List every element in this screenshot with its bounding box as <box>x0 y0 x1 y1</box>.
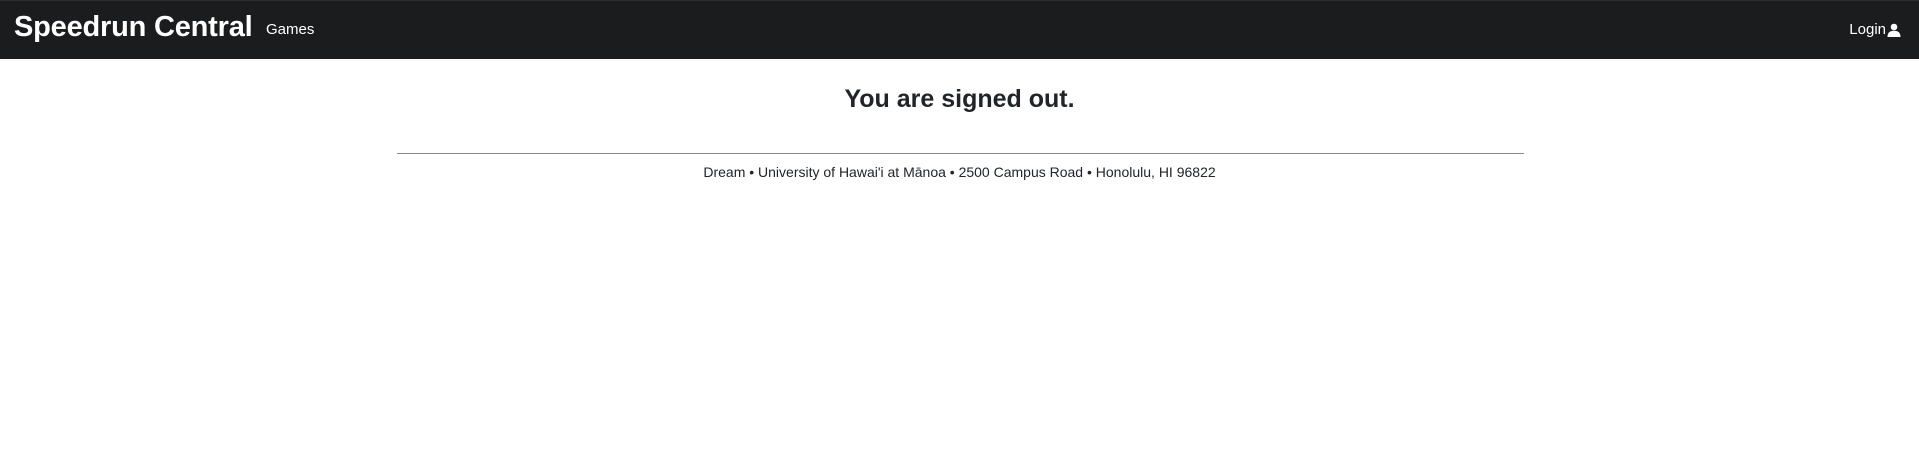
user-icon <box>1886 23 1901 37</box>
login-dropdown[interactable]: Login <box>1849 21 1901 38</box>
page-title: You are signed out. <box>844 85 1075 113</box>
nav-link-games[interactable]: Games <box>266 21 314 38</box>
top-navbar: Speedrun Central Games Login <box>0 0 1919 59</box>
footer-address: Dream • University of Hawai'i at Mānoa •… <box>703 164 1216 180</box>
footer-divider <box>397 153 1524 154</box>
brand-logo-link[interactable]: Speedrun Central <box>14 11 253 44</box>
login-label: Login <box>1849 21 1886 38</box>
